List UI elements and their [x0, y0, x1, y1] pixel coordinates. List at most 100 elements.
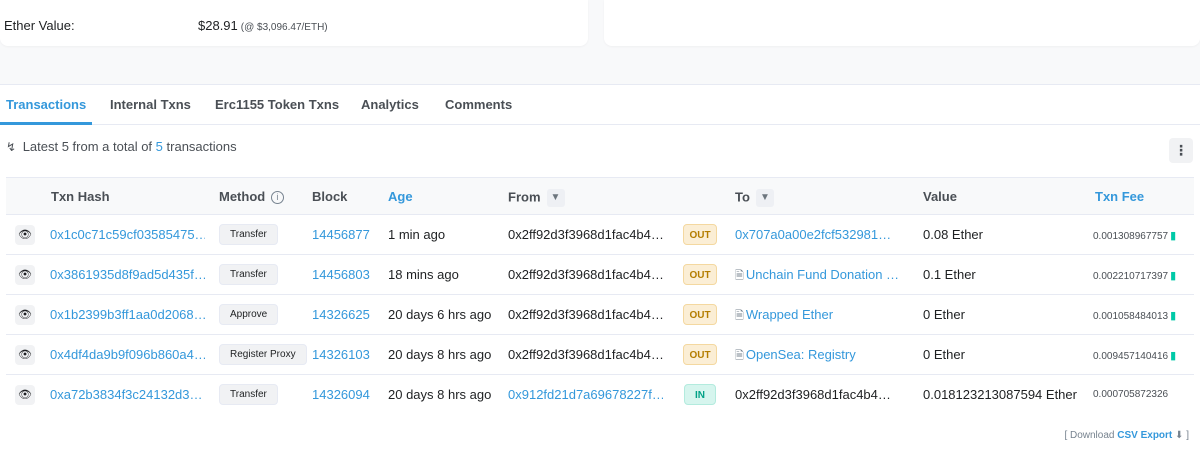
header-age-toggle[interactable]: Age	[388, 189, 413, 204]
eye-icon[interactable]: 👁	[15, 385, 35, 405]
file-contract-icon: 🗎	[735, 350, 744, 362]
more-options-button[interactable]: ⋮	[1169, 138, 1193, 163]
block-link[interactable]: 14326094	[312, 387, 370, 402]
from-address: 0x2ff92d3f3968d1fac4b4…	[508, 267, 663, 282]
table-row: 👁 0x1b2399b3ff1aa0d2068… Approve 1432662…	[6, 295, 1194, 335]
to-address-link[interactable]: 0x707a0a00e2fcf532981…	[735, 227, 890, 242]
sort-desc-icon: ↯	[6, 140, 17, 154]
header-block: Block	[312, 189, 348, 204]
txn-hash-link[interactable]: 0x1c0c71c59cf03585475…	[50, 227, 205, 242]
to-contract-link[interactable]: Unchain Fund Donation …	[746, 267, 899, 282]
header-to: To ▼	[735, 189, 774, 207]
header-txn-fee-toggle[interactable]: Txn Fee	[1095, 189, 1144, 204]
more-info-card	[604, 0, 1200, 46]
txn-hash-link[interactable]: 0x1b2399b3ff1aa0d2068…	[50, 307, 205, 322]
header-value: Value	[923, 189, 957, 204]
block-link[interactable]: 14326103	[312, 347, 370, 362]
age-text: 20 days 8 hrs ago	[388, 347, 492, 362]
method-badge: Transfer	[219, 264, 278, 285]
to-contract: 🗎 Unchain Fund Donation …	[735, 267, 905, 286]
ether-rate: (@ $3,096.47/ETH)	[240, 22, 328, 33]
filter-icon[interactable]: ▼	[755, 189, 774, 207]
ether-value-label: Ether Value:	[4, 18, 75, 33]
filter-icon[interactable]: ▼	[546, 189, 565, 207]
txn-fee-value: 0.009457140416	[1093, 351, 1169, 362]
method-badge: Register Proxy	[219, 344, 307, 365]
table-row: 👁 0x3861935d8f9ad5d435f… Transfer 144568…	[6, 255, 1194, 295]
tab-transactions[interactable]: Transactions	[6, 97, 86, 112]
download-prefix: [ Download	[1064, 430, 1115, 441]
summary-count-link[interactable]: 5	[156, 139, 163, 154]
to-contract-link[interactable]: OpenSea: Registry	[746, 347, 856, 362]
age-text: 18 mins ago	[388, 267, 459, 282]
age-text: 20 days 6 hrs ago	[388, 307, 492, 322]
direction-badge: IN	[684, 384, 716, 405]
txn-fee: 0.001308967757 ▮	[1093, 229, 1176, 242]
download-suffix: ]	[1186, 430, 1189, 441]
more-vertical-icon: ⋮	[1174, 142, 1188, 158]
csv-download: [ Download CSV Export ⬇ ]	[1064, 430, 1189, 441]
method-badge: Transfer	[219, 384, 278, 405]
tab-analytics[interactable]: Analytics	[361, 97, 419, 112]
block-link[interactable]: 14326625	[312, 307, 370, 322]
age-text: 1 min ago	[388, 227, 446, 242]
summary-suffix: transactions	[166, 139, 237, 154]
block-link[interactable]: 14456877	[312, 227, 370, 242]
direction-badge: OUT	[683, 264, 717, 285]
csv-export-link[interactable]: CSV Export	[1117, 430, 1172, 441]
direction-badge: OUT	[683, 344, 717, 365]
eye-icon[interactable]: 👁	[15, 225, 35, 245]
gas-pump-icon: ▮	[1170, 230, 1177, 242]
method-badge: Approve	[219, 304, 279, 325]
method-badge: Transfer	[219, 224, 278, 245]
txn-fee: 0.001058484013 ▮	[1093, 309, 1176, 322]
header-method-label: Method	[219, 189, 266, 204]
txn-fee-value: 0.001308967757	[1093, 231, 1169, 242]
eye-icon[interactable]: 👁	[15, 345, 35, 365]
tab-erc1155-token-txns[interactable]: Erc1155 Token Txns	[215, 97, 339, 112]
download-icon: ⬇	[1175, 430, 1184, 441]
ether-value: $28.91 (@ $3,096.47/ETH)	[198, 18, 328, 33]
file-contract-icon: 🗎	[735, 270, 744, 282]
txn-fee: 0.009457140416 ▮	[1093, 349, 1176, 362]
table-header: Txn Hash Method i Block Age From ▼ To ▼ Va…	[6, 177, 1194, 215]
ether-value-amount: $28.91	[198, 18, 238, 33]
block-link[interactable]: 14456803	[312, 267, 370, 282]
value-text: 0 Ether	[923, 347, 965, 362]
tab-bar: Transactions Internal Txns Erc1155 Token…	[0, 85, 1200, 125]
tab-comments[interactable]: Comments	[445, 97, 512, 112]
direction-badge: OUT	[683, 304, 717, 325]
transactions-summary: ↯ Latest 5 from a total of 5 transaction…	[6, 139, 237, 154]
header-from-label: From	[508, 189, 541, 205]
from-address: 0x2ff92d3f3968d1fac4b4…	[508, 347, 663, 362]
from-address-link[interactable]: 0x912fd21d7a69678227f…	[508, 387, 663, 402]
table-row: 👁 0xa72b3834f3c24132d3… Transfer 1432609…	[6, 375, 1194, 415]
tab-internal-txns[interactable]: Internal Txns	[110, 97, 191, 112]
header-method: Method i	[219, 189, 284, 204]
txn-fee-value: 0.000705872326	[1093, 389, 1169, 400]
from-address: 0x2ff92d3f3968d1fac4b4…	[508, 307, 663, 322]
eye-icon[interactable]: 👁	[15, 265, 35, 285]
value-text: 0.1 Ether	[923, 267, 976, 282]
active-tab-indicator	[0, 122, 92, 125]
age-text: 20 days 8 hrs ago	[388, 387, 492, 402]
txn-hash-link[interactable]: 0x4df4da9b9f096b860a4…	[50, 347, 205, 362]
eye-icon[interactable]: 👁	[15, 305, 35, 325]
txn-fee: 0.002210717397 ▮	[1093, 269, 1176, 282]
txn-fee-value: 0.002210717397	[1093, 271, 1169, 282]
gas-pump-icon: ▮	[1170, 310, 1177, 322]
txn-fee-value: 0.001058484013	[1093, 311, 1169, 322]
value-text: 0 Ether	[923, 307, 965, 322]
info-circle-icon[interactable]: i	[270, 191, 284, 204]
value-text: 0.08 Ether	[923, 227, 983, 242]
header-to-label: To	[735, 189, 750, 205]
txn-hash-link[interactable]: 0x3861935d8f9ad5d435f…	[50, 267, 205, 282]
value-text: 0.018123213087594 Ether	[923, 387, 1077, 402]
from-address: 0x2ff92d3f3968d1fac4b4…	[508, 227, 663, 242]
to-contract: 🗎 Wrapped Ether	[735, 307, 905, 326]
header-txn-hash: Txn Hash	[51, 189, 110, 204]
gas-pump-icon: ▮	[1170, 270, 1177, 282]
to-contract-link[interactable]: Wrapped Ether	[746, 307, 833, 322]
txn-hash-link[interactable]: 0xa72b3834f3c24132d3…	[50, 387, 205, 402]
to-address: 0x2ff92d3f3968d1fac4b4…	[735, 387, 890, 402]
